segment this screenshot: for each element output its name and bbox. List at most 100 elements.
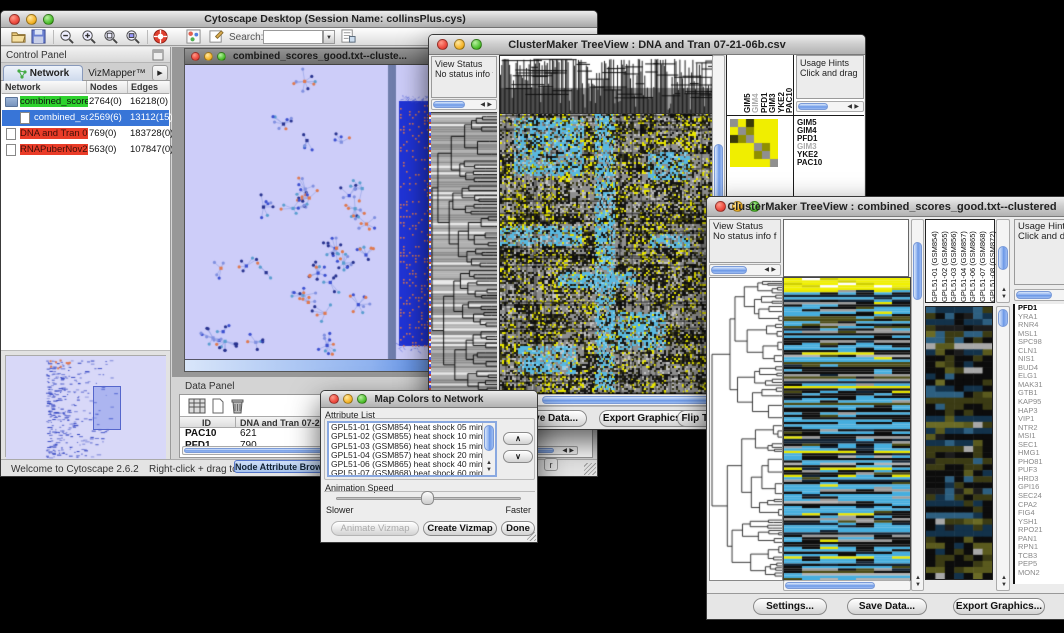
save-icon[interactable] [31, 29, 46, 44]
tv2-button[interactable]: Settings... [753, 598, 827, 615]
tv2-zoom-heatmap[interactable] [925, 306, 993, 580]
move-down-button[interactable]: ∨ [503, 450, 533, 463]
tab-vizmapper-label: VizMapper™ [88, 68, 146, 79]
tab-edge-attribute-browser-cut[interactable]: r [544, 458, 558, 471]
tv2-column-label[interactable]: GPL51-04 (GSM857) [959, 231, 968, 302]
tv1-hints-line1: Usage Hints [800, 58, 860, 68]
tv2-hscrollbar[interactable] [783, 580, 911, 591]
attribute-browser-icon[interactable] [341, 29, 356, 44]
tv1-hints-hscrollbar[interactable]: ◀▶ [796, 101, 864, 112]
column-header-network[interactable]: Network [2, 81, 87, 93]
tv2-column-label[interactable]: GPL51-02 (GSM855) [940, 231, 949, 302]
tv2-column-label[interactable]: GPL51-01 (GSM854) [930, 231, 939, 302]
zoom-in-icon[interactable] [81, 29, 96, 44]
network-name: combined_sco [34, 112, 88, 123]
move-up-button[interactable]: ∧ [503, 432, 533, 445]
column-header-nodes[interactable]: Nodes [87, 81, 128, 93]
table-icon[interactable] [188, 398, 206, 414]
search-dropdown-button[interactable]: ▼ [323, 30, 335, 44]
trash-icon[interactable] [230, 397, 245, 414]
network-overview-panel[interactable] [5, 355, 166, 457]
tv1-zoom-heatmap[interactable] [730, 119, 778, 167]
attribute-list-vscrollbar[interactable]: ▲▼ [482, 423, 495, 475]
network-list-row[interactable]: RNAPuberNov2+!563(0)107847(0) [2, 142, 169, 158]
tv2-column-label[interactable]: GPL51-03 (GSM856) [949, 231, 958, 302]
network-list-row[interactable]: combined_scores2764(0)16218(0) [2, 94, 169, 110]
move-up-label: ∧ [515, 434, 521, 443]
new-doc-icon[interactable] [211, 398, 225, 414]
child-close-button[interactable] [191, 52, 200, 61]
network-name: combined_scores [20, 96, 88, 107]
tab-node-attribute-browser[interactable]: Node Attribute Brows [234, 460, 328, 473]
tv1-status-line2: No status info f [435, 69, 493, 79]
tv2-heatmap[interactable] [783, 277, 911, 581]
tv2-row-dendrogram[interactable] [709, 277, 783, 581]
zoom-out-icon[interactable] [59, 29, 74, 44]
float-panel-icon[interactable] [152, 49, 164, 61]
tv2-column-label[interactable]: GPL51-06 (GSM865) [968, 231, 977, 302]
network-nodes: 2569(6) [89, 112, 122, 123]
network-nodes: 563(0) [89, 144, 116, 155]
tab-edge-label: r [550, 460, 553, 470]
column-header-edges[interactable]: Edges [128, 81, 169, 93]
main-title-bar[interactable]: Cytoscape Desktop (Session Name: collins… [1, 11, 597, 28]
tv2-vscrollbar[interactable]: ▲▼ [911, 219, 924, 591]
network-nodes: 769(0) [89, 128, 116, 139]
tv2-status-hscrollbar[interactable]: ◀▶ [709, 264, 781, 276]
tv1-column-label[interactable]: PAC10 [785, 88, 794, 113]
network-tab-icon [17, 69, 27, 79]
main-resize-grip[interactable] [584, 463, 596, 475]
network-name: RNAPuberNov2+! [20, 144, 88, 155]
tv1-row-dendrogram[interactable] [431, 112, 497, 394]
tv1-status-hscrollbar[interactable]: ◀▶ [431, 99, 497, 110]
open-file-icon[interactable] [11, 29, 26, 44]
animation-speed-slider-thumb[interactable] [421, 491, 434, 505]
tv2-column-dendrogram[interactable] [783, 219, 909, 277]
tv2-title-bar[interactable]: ClusterMaker TreeView : combined_scores_… [707, 197, 1064, 217]
dialog-title: Map Colors to Network [321, 394, 537, 405]
search-input[interactable] [263, 30, 323, 44]
tv1-title: ClusterMaker TreeView : DNA and Tran 07-… [429, 39, 865, 51]
dialog-button[interactable]: Animate Vizmap [331, 521, 419, 536]
tv2-hints-hscrollbar[interactable] [1014, 289, 1064, 301]
tv2-gene-labels-panel: PFD1YRA1RNR4MSL1SPC98CLN1NIS1BUD4ELG1MAK… [1013, 304, 1064, 584]
dialog-button[interactable]: Create Vizmap [423, 521, 497, 536]
network-list: combined_scores2764(0)16218(0)combined_s… [1, 94, 170, 351]
dialog-title-bar[interactable]: Map Colors to Network [321, 391, 537, 408]
data-col-id[interactable]: ID [202, 418, 211, 428]
tv2-button[interactable]: Export Graphics... [953, 598, 1045, 615]
network-list-row[interactable]: combined_sco2569(6)13112(15) [2, 110, 169, 126]
tv1-title-bar[interactable]: ClusterMaker TreeView : DNA and Tran 07-… [429, 35, 865, 55]
tv2-hints-line2: Click and drag to [1018, 232, 1064, 242]
child-minimize-button[interactable] [204, 52, 213, 61]
tab-scroll-right-button[interactable]: ▶ [152, 65, 168, 81]
tv2-status-line2: No status info f [713, 232, 777, 242]
tv1-column-dendrogram[interactable] [499, 55, 713, 114]
tab-network[interactable]: Network [3, 65, 83, 81]
tv1-row-colorstrip [429, 112, 431, 393]
attribute-list-item[interactable]: GPL51-07 (GSM868) heat shock 60 min [331, 469, 493, 477]
tv2-column-label[interactable]: GPL51-07 (GSM868) [978, 231, 987, 302]
tv2-gene-label[interactable]: MON2 [1018, 569, 1064, 578]
overview-viewport-rect[interactable] [93, 386, 121, 430]
vizmapper-icon[interactable] [186, 29, 201, 44]
tv1-heatmap[interactable] [499, 113, 713, 395]
tv2-column-labels-panel: GPL51-01 (GSM854)GPL51-02 (GSM855)GPL51-… [925, 219, 995, 303]
data-panel-title: Data Panel [185, 381, 234, 392]
network-edges: 107847(0) [130, 144, 173, 155]
child-zoom-button[interactable] [217, 52, 226, 61]
zoom-selected-icon[interactable] [103, 29, 118, 44]
network-list-row[interactable]: DNA and Tran 07769(0)183728(0) [2, 126, 169, 142]
tab-vizmapper[interactable]: VizMapper™ [85, 65, 149, 81]
tv2-zoom-vscrollbar[interactable]: ▲▼ [996, 306, 1010, 591]
attribute-list[interactable]: GPL51-01 (GSM854) heat shock 05 minGPL51… [327, 421, 497, 477]
tv1-row-label[interactable]: PAC10 [797, 159, 822, 167]
dialog-button[interactable]: Done [501, 521, 535, 536]
zoom-fit-icon[interactable] [125, 29, 140, 44]
annotation-icon[interactable] [209, 29, 224, 44]
tv2-labels-vscrollbar[interactable]: ▲▼ [996, 219, 1010, 303]
help-lifering-icon[interactable] [153, 29, 168, 44]
tv1-column-label[interactable]: GIM3 [768, 93, 777, 113]
tv2-button[interactable]: Save Data... [847, 598, 927, 615]
tv2-gene-list: PFD1YRA1RNR4MSL1SPC98CLN1NIS1BUD4ELG1MAK… [1015, 304, 1064, 578]
